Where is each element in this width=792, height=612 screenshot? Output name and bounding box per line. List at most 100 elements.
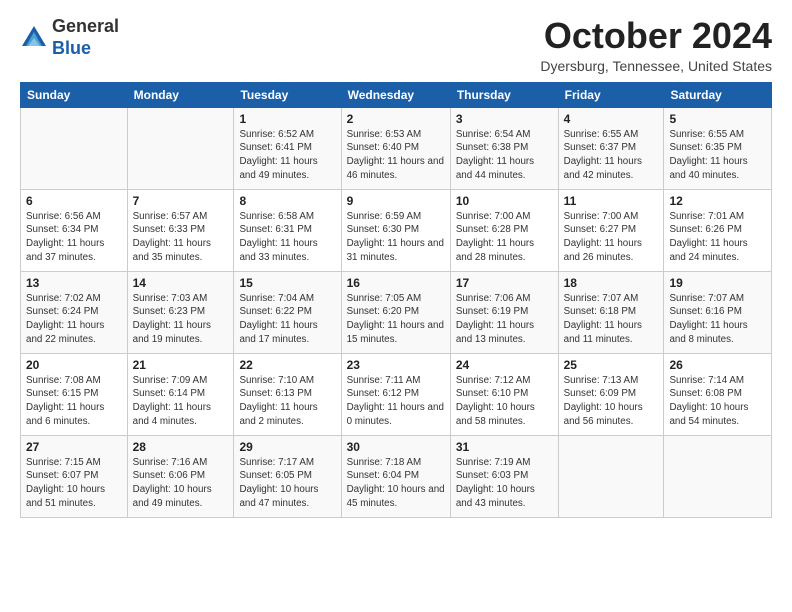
day-info: Sunrise: 7:01 AM Sunset: 6:26 PM Dayligh… <box>669 210 766 265</box>
day-info: Sunrise: 7:17 AM Sunset: 6:05 PM Dayligh… <box>239 456 335 511</box>
logo-general: General <box>52 16 119 36</box>
calendar-cell: 31 Sunrise: 7:19 AM Sunset: 6:03 PM Dayli… <box>450 435 558 517</box>
day-number: 8 <box>239 194 335 208</box>
calendar-cell: 10 Sunrise: 7:00 AM Sunset: 6:28 PM Dayli… <box>450 189 558 271</box>
day-info: Sunrise: 6:58 AM Sunset: 6:31 PM Dayligh… <box>239 210 335 265</box>
day-number: 17 <box>456 276 553 290</box>
day-info: Sunrise: 6:52 AM Sunset: 6:41 PM Dayligh… <box>239 128 335 183</box>
calendar-cell: 28 Sunrise: 7:16 AM Sunset: 6:06 PM Dayli… <box>127 435 234 517</box>
day-number: 21 <box>133 358 229 372</box>
calendar-cell: 30Sunrise: 7:18 AM Sunset: 6:04 PM Dayli… <box>341 435 450 517</box>
calendar-body: 1 Sunrise: 6:52 AM Sunset: 6:41 PM Daylig… <box>21 107 772 517</box>
day-info: Sunrise: 7:08 AM Sunset: 6:15 PM Dayligh… <box>26 374 122 429</box>
day-number: 10 <box>456 194 553 208</box>
day-number: 4 <box>564 112 659 126</box>
calendar-cell: 27 Sunrise: 7:15 AM Sunset: 6:07 PM Dayli… <box>21 435 128 517</box>
day-number: 27 <box>26 440 122 454</box>
day-number: 6 <box>26 194 122 208</box>
day-info: Sunrise: 7:00 AM Sunset: 6:28 PM Dayligh… <box>456 210 553 265</box>
day-number: 1 <box>239 112 335 126</box>
day-number: 11 <box>564 194 659 208</box>
calendar-cell: 20 Sunrise: 7:08 AM Sunset: 6:15 PM Dayli… <box>21 353 128 435</box>
calendar-cell: 18Sunrise: 7:07 AM Sunset: 6:18 PM Dayli… <box>558 271 664 353</box>
logo-blue: Blue <box>52 38 91 58</box>
header-friday: Friday <box>558 82 664 107</box>
day-number: 15 <box>239 276 335 290</box>
calendar-cell: 3Sunrise: 6:54 AM Sunset: 6:38 PM Daylig… <box>450 107 558 189</box>
day-number: 26 <box>669 358 766 372</box>
day-number: 30 <box>347 440 445 454</box>
calendar-cell: 6 Sunrise: 6:56 AM Sunset: 6:34 PM Daylig… <box>21 189 128 271</box>
day-number: 14 <box>133 276 229 290</box>
logo: General Blue <box>20 16 119 59</box>
calendar-cell: 2 Sunrise: 6:53 AM Sunset: 6:40 PM Daylig… <box>341 107 450 189</box>
day-info: Sunrise: 6:55 AM Sunset: 6:35 PM Dayligh… <box>669 128 766 183</box>
logo-icon <box>20 24 48 52</box>
day-info: Sunrise: 7:11 AM Sunset: 6:12 PM Dayligh… <box>347 374 445 429</box>
day-number: 22 <box>239 358 335 372</box>
day-number: 20 <box>26 358 122 372</box>
header-wednesday: Wednesday <box>341 82 450 107</box>
logo-text: General Blue <box>52 16 119 59</box>
calendar-cell: 7Sunrise: 6:57 AM Sunset: 6:33 PM Daylig… <box>127 189 234 271</box>
calendar-cell: 13 Sunrise: 7:02 AM Sunset: 6:24 PM Dayli… <box>21 271 128 353</box>
day-number: 24 <box>456 358 553 372</box>
calendar-cell: 12 Sunrise: 7:01 AM Sunset: 6:26 PM Dayli… <box>664 189 772 271</box>
day-info: Sunrise: 7:13 AM Sunset: 6:09 PM Dayligh… <box>564 374 659 429</box>
day-number: 19 <box>669 276 766 290</box>
calendar-cell: 26 Sunrise: 7:14 AM Sunset: 6:08 PM Dayli… <box>664 353 772 435</box>
calendar-cell: 9 Sunrise: 6:59 AM Sunset: 6:30 PM Daylig… <box>341 189 450 271</box>
day-info: Sunrise: 6:59 AM Sunset: 6:30 PM Dayligh… <box>347 210 445 265</box>
week-row-1: 1 Sunrise: 6:52 AM Sunset: 6:41 PM Daylig… <box>21 107 772 189</box>
day-info: Sunrise: 7:04 AM Sunset: 6:22 PM Dayligh… <box>239 292 335 347</box>
calendar-cell: 16Sunrise: 7:05 AM Sunset: 6:20 PM Dayli… <box>341 271 450 353</box>
week-row-4: 20 Sunrise: 7:08 AM Sunset: 6:15 PM Dayli… <box>21 353 772 435</box>
calendar-cell <box>127 107 234 189</box>
day-number: 5 <box>669 112 766 126</box>
header-row: SundayMondayTuesdayWednesdayThursdayFrid… <box>21 82 772 107</box>
day-info: Sunrise: 7:12 AM Sunset: 6:10 PM Dayligh… <box>456 374 553 429</box>
day-number: 9 <box>347 194 445 208</box>
title-block: October 2024 Dyersburg, Tennessee, Unite… <box>540 16 772 74</box>
day-info: Sunrise: 6:53 AM Sunset: 6:40 PM Dayligh… <box>347 128 445 183</box>
day-info: Sunrise: 7:14 AM Sunset: 6:08 PM Dayligh… <box>669 374 766 429</box>
day-info: Sunrise: 7:16 AM Sunset: 6:06 PM Dayligh… <box>133 456 229 511</box>
calendar-cell: 14Sunrise: 7:03 AM Sunset: 6:23 PM Dayli… <box>127 271 234 353</box>
calendar-header: SundayMondayTuesdayWednesdayThursdayFrid… <box>21 82 772 107</box>
calendar-cell <box>558 435 664 517</box>
day-info: Sunrise: 7:19 AM Sunset: 6:03 PM Dayligh… <box>456 456 553 511</box>
day-info: Sunrise: 7:07 AM Sunset: 6:18 PM Dayligh… <box>564 292 659 347</box>
day-number: 13 <box>26 276 122 290</box>
calendar-cell: 17 Sunrise: 7:06 AM Sunset: 6:19 PM Dayli… <box>450 271 558 353</box>
day-number: 12 <box>669 194 766 208</box>
day-info: Sunrise: 6:55 AM Sunset: 6:37 PM Dayligh… <box>564 128 659 183</box>
calendar-cell: 1 Sunrise: 6:52 AM Sunset: 6:41 PM Daylig… <box>234 107 341 189</box>
day-number: 7 <box>133 194 229 208</box>
calendar: SundayMondayTuesdayWednesdayThursdayFrid… <box>20 82 772 518</box>
week-row-2: 6 Sunrise: 6:56 AM Sunset: 6:34 PM Daylig… <box>21 189 772 271</box>
day-number: 28 <box>133 440 229 454</box>
day-info: Sunrise: 7:06 AM Sunset: 6:19 PM Dayligh… <box>456 292 553 347</box>
day-info: Sunrise: 7:02 AM Sunset: 6:24 PM Dayligh… <box>26 292 122 347</box>
header-saturday: Saturday <box>664 82 772 107</box>
calendar-cell: 25Sunrise: 7:13 AM Sunset: 6:09 PM Dayli… <box>558 353 664 435</box>
header-monday: Monday <box>127 82 234 107</box>
location: Dyersburg, Tennessee, United States <box>540 58 772 74</box>
week-row-5: 27 Sunrise: 7:15 AM Sunset: 6:07 PM Dayli… <box>21 435 772 517</box>
calendar-cell: 15 Sunrise: 7:04 AM Sunset: 6:22 PM Dayli… <box>234 271 341 353</box>
day-info: Sunrise: 6:56 AM Sunset: 6:34 PM Dayligh… <box>26 210 122 265</box>
calendar-cell <box>664 435 772 517</box>
day-number: 31 <box>456 440 553 454</box>
calendar-cell: 22Sunrise: 7:10 AM Sunset: 6:13 PM Dayli… <box>234 353 341 435</box>
week-row-3: 13 Sunrise: 7:02 AM Sunset: 6:24 PM Dayli… <box>21 271 772 353</box>
header-tuesday: Tuesday <box>234 82 341 107</box>
calendar-cell: 21Sunrise: 7:09 AM Sunset: 6:14 PM Dayli… <box>127 353 234 435</box>
day-info: Sunrise: 7:15 AM Sunset: 6:07 PM Dayligh… <box>26 456 122 511</box>
day-number: 29 <box>239 440 335 454</box>
calendar-cell: 5 Sunrise: 6:55 AM Sunset: 6:35 PM Daylig… <box>664 107 772 189</box>
day-number: 23 <box>347 358 445 372</box>
day-info: Sunrise: 7:07 AM Sunset: 6:16 PM Dayligh… <box>669 292 766 347</box>
day-number: 2 <box>347 112 445 126</box>
header: General Blue October 2024 Dyersburg, Ten… <box>20 16 772 74</box>
calendar-cell: 11Sunrise: 7:00 AM Sunset: 6:27 PM Dayli… <box>558 189 664 271</box>
